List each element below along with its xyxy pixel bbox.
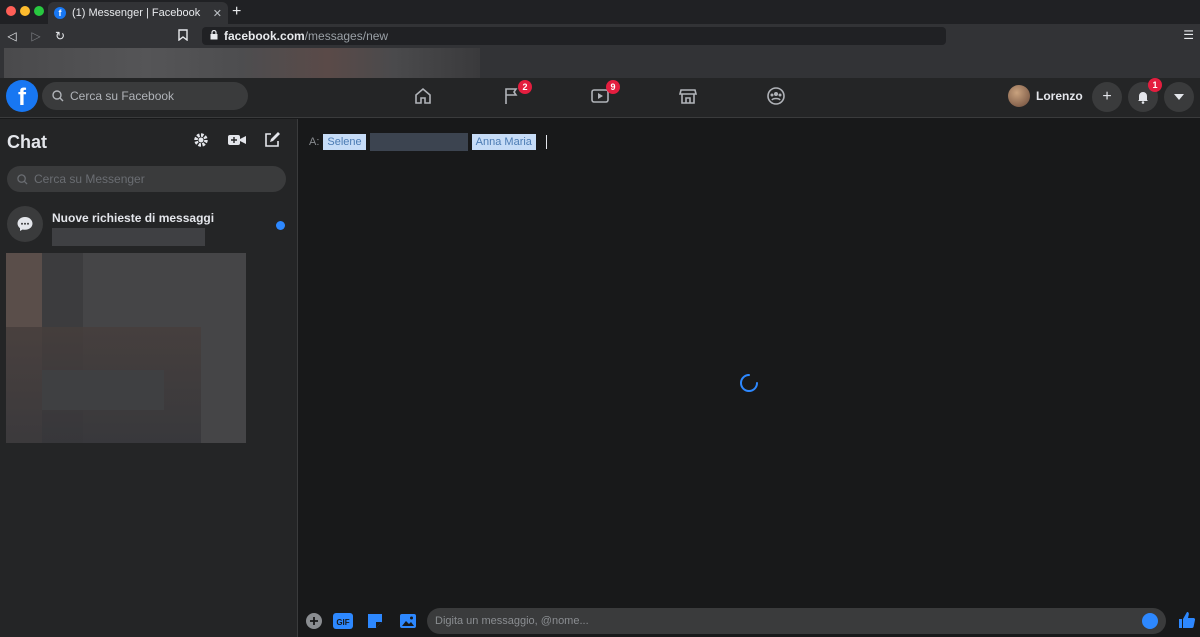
bookmarks-bar (0, 48, 1200, 78)
to-label: A: (309, 136, 320, 148)
url-field[interactable]: facebook.com/messages/new (202, 27, 946, 45)
unread-indicator (276, 221, 285, 230)
url-path: /messages/new (304, 29, 389, 43)
new-tab-button[interactable]: + (232, 3, 241, 21)
groups-icon[interactable] (766, 86, 788, 106)
pixelated-conversation-row (42, 370, 164, 410)
recipient-chip[interactable]: Anna Maria (471, 134, 536, 150)
bell-icon (1138, 92, 1148, 104)
forward-button[interactable]: ▷ (24, 29, 48, 43)
chat-sidebar: Chat Cerca su Messenger Nuove richieste … (0, 119, 298, 637)
zoom-window-button[interactable] (34, 6, 44, 16)
message-composer: GIF Digita un messaggio, @nome... (299, 605, 1200, 637)
messenger-search-placeholder: Cerca su Messenger (34, 172, 145, 186)
close-window-button[interactable] (6, 6, 16, 16)
lock-icon (210, 29, 218, 42)
sidebar-title: Chat (7, 132, 47, 152)
bookmark-icon[interactable] (178, 29, 188, 44)
text-cursor (545, 135, 547, 149)
notifications-button[interactable]: 1 (1128, 78, 1162, 112)
pixelated-requests-preview (52, 228, 205, 246)
marketplace-icon[interactable] (678, 86, 700, 106)
recipients-row[interactable]: A: Selene Anna Maria (309, 133, 547, 151)
address-bar-row: ◁ ▷ ↻ facebook.com/messages/new ☰ (0, 24, 1200, 48)
pixelated-bookmarks (4, 48, 480, 78)
pixelated-recipient-chip (369, 133, 468, 151)
avatar (1008, 85, 1030, 107)
pages-badge: 2 (518, 80, 532, 94)
search-icon (52, 90, 64, 102)
thumbs-up-icon[interactable] (1177, 610, 1197, 630)
watch-badge: 9 (606, 80, 620, 94)
tab-title: (1) Messenger | Facebook (72, 7, 201, 19)
svg-text:GIF: GIF (336, 618, 349, 627)
gif-icon[interactable]: GIF (333, 612, 353, 630)
home-icon[interactable] (413, 86, 435, 106)
video-call-icon[interactable] (227, 131, 247, 151)
settings-gear-icon[interactable] (192, 131, 212, 151)
messenger-search-input[interactable]: Cerca su Messenger (7, 166, 286, 192)
photo-icon[interactable] (399, 612, 417, 630)
message-requests-label: Nuove richieste di messaggi (52, 211, 215, 225)
browser-tab-bar: f (1) Messenger | Facebook ✕ + (0, 0, 1200, 24)
minimize-window-button[interactable] (20, 6, 30, 16)
message-input[interactable]: Digita un messaggio, @nome... (427, 608, 1166, 634)
conversation-pane: A: Selene Anna Maria GIF Digita un messa… (299, 119, 1200, 637)
emoji-icon[interactable] (1142, 613, 1158, 629)
pages-flag-icon[interactable]: 2 (502, 80, 532, 106)
plus-circle-icon[interactable] (305, 612, 323, 630)
back-button[interactable]: ◁ (0, 29, 24, 43)
facebook-search-placeholder: Cerca su Facebook (70, 89, 175, 103)
new-message-icon[interactable] (263, 131, 283, 151)
watch-icon[interactable]: 9 (590, 80, 620, 106)
search-icon (17, 173, 28, 185)
create-button[interactable]: + (1092, 82, 1122, 112)
facebook-header: f Cerca su Facebook 2 9 Lorenzo + 1 (0, 78, 1200, 118)
browser-tab[interactable]: f (1) Messenger | Facebook ✕ (48, 2, 228, 24)
message-input-placeholder: Digita un messaggio, @nome... (435, 615, 589, 627)
profile-button[interactable]: Lorenzo (1008, 83, 1083, 109)
account-menu-button[interactable] (1164, 82, 1194, 112)
sticker-icon[interactable] (366, 612, 384, 630)
profile-name: Lorenzo (1036, 89, 1083, 103)
facebook-search-input[interactable]: Cerca su Facebook (42, 82, 248, 110)
url-domain: facebook.com (224, 29, 305, 43)
chat-bubble-icon (7, 206, 43, 242)
facebook-logo-icon[interactable]: f (6, 80, 38, 112)
reload-button[interactable]: ↻ (48, 29, 72, 43)
notifications-badge: 1 (1148, 78, 1162, 92)
recipient-chip[interactable]: Selene (323, 134, 366, 150)
browser-menu-icon[interactable]: ☰ (1183, 28, 1194, 42)
caret-down-icon (1174, 94, 1184, 100)
loading-spinner-icon (740, 374, 758, 392)
tab-close-icon[interactable]: ✕ (213, 7, 222, 20)
facebook-favicon-icon: f (54, 7, 66, 19)
plus-icon: + (1102, 88, 1112, 105)
